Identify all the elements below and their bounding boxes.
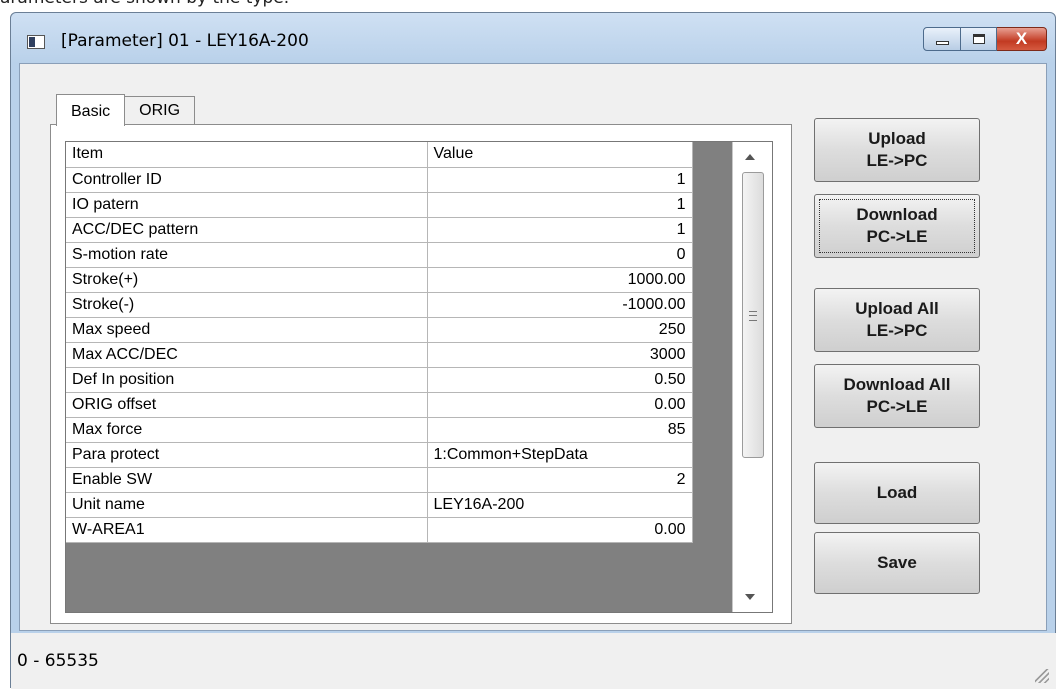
download-button-line1: Download <box>856 205 938 224</box>
parameter-value-cell[interactable]: 0 <box>427 242 693 268</box>
upload-button-line2: LE->PC <box>866 151 928 170</box>
parameter-value-cell[interactable]: 1 <box>427 192 693 218</box>
load-button-label: Load <box>876 483 918 502</box>
parameter-value-cell[interactable]: -1000.00 <box>427 292 693 318</box>
parameter-value-cell[interactable]: 3000 <box>427 342 693 368</box>
parameter-grid: Item Value Controller ID 1 IO patern 1 ACC/D… <box>65 141 773 613</box>
tab-orig[interactable]: ORIG <box>125 96 196 124</box>
scrollbar-grip-icon <box>749 311 757 321</box>
download-all-button-line1: Download All <box>843 375 951 394</box>
table-row[interactable]: Para protect 1:Common+StepData <box>66 442 693 468</box>
parameter-item-name: S-motion rate <box>66 242 428 268</box>
minimize-button[interactable] <box>923 27 961 51</box>
table-row[interactable]: ACC/DEC pattern 1 <box>66 217 693 243</box>
app-icon <box>27 35 45 49</box>
title-bar[interactable]: [Parameter] 01 - LEY16A-200 X <box>11 13 1055 63</box>
parameter-item-name: Max speed <box>66 317 428 343</box>
parameter-item-name: Stroke(+) <box>66 267 428 293</box>
grid-empty-area <box>692 142 732 612</box>
save-button[interactable]: Save <box>814 532 980 594</box>
table-row[interactable]: W-AREA1 0.00 <box>66 517 693 543</box>
parameter-item-name: Enable SW <box>66 467 428 493</box>
load-button[interactable]: Load <box>814 462 980 524</box>
grid-header-row: Item Value <box>66 142 693 168</box>
table-row[interactable]: Unit name LEY16A-200 <box>66 492 693 518</box>
parameter-value-cell[interactable]: 0.00 <box>427 392 693 418</box>
resize-grip-icon[interactable] <box>1035 669 1049 683</box>
table-row[interactable]: Max force 85 <box>66 417 693 443</box>
upload-all-button-line1: Upload All <box>855 299 939 318</box>
maximize-button[interactable] <box>961 27 997 51</box>
scrollbar-thumb[interactable] <box>742 172 764 458</box>
table-row[interactable]: Def In position 0.50 <box>66 367 693 393</box>
client-area: Basic ORIG Item Value Controller ID 1 IO p… <box>19 63 1047 631</box>
download-button[interactable]: Download PC->LE <box>814 194 980 258</box>
parameter-item-name: Stroke(-) <box>66 292 428 318</box>
table-row[interactable]: Max ACC/DEC 3000 <box>66 342 693 368</box>
tab-basic[interactable]: Basic <box>56 94 126 126</box>
parameter-value-cell[interactable]: 85 <box>427 417 693 443</box>
parameter-value-cell[interactable]: LEY16A-200 <box>427 492 693 518</box>
column-header-value[interactable]: Value <box>427 142 693 168</box>
parameter-window: [Parameter] 01 - LEY16A-200 X Basic ORIG… <box>10 12 1056 689</box>
table-row[interactable]: ORIG offset 0.00 <box>66 392 693 418</box>
status-bar: 0 - 65535 <box>11 633 1056 689</box>
caption-buttons: X <box>923 27 1047 51</box>
parameter-value-cell[interactable]: 1000.00 <box>427 267 693 293</box>
tab-panel-basic: Item Value Controller ID 1 IO patern 1 ACC/D… <box>50 124 792 624</box>
upload-all-button-line2: LE->PC <box>866 321 928 340</box>
upload-button-line1: Upload <box>868 129 926 148</box>
download-all-button-line2: PC->LE <box>866 397 928 416</box>
window-title: [Parameter] 01 - LEY16A-200 <box>61 31 309 51</box>
parameter-item-name: Max force <box>66 417 428 443</box>
parameter-item-name: ORIG offset <box>66 392 428 418</box>
parameter-item-name: Def In position <box>66 367 428 393</box>
download-all-button[interactable]: Download All PC->LE <box>814 364 980 428</box>
parameter-value-cell[interactable]: 1:Common+StepData <box>427 442 693 468</box>
parameter-table: Item Value Controller ID 1 IO patern 1 ACC/D… <box>66 142 693 543</box>
parameter-value-cell[interactable]: 0.50 <box>427 367 693 393</box>
table-row[interactable]: Controller ID 1 <box>66 167 693 193</box>
table-row[interactable]: Max speed 250 <box>66 317 693 343</box>
column-header-item[interactable]: Item <box>66 142 428 168</box>
parameter-value-cell[interactable]: 1 <box>427 217 693 243</box>
table-row[interactable]: IO patern 1 <box>66 192 693 218</box>
parameter-item-name: Max ACC/DEC <box>66 342 428 368</box>
parameter-value-cell[interactable]: 1 <box>427 167 693 193</box>
parameter-item-name: Unit name <box>66 492 428 518</box>
document-snippet-text: arameters are shown by the type. <box>0 0 289 8</box>
parameter-value-cell[interactable]: 2 <box>427 467 693 493</box>
parameter-item-name: Para protect <box>66 442 428 468</box>
download-button-line2: PC->LE <box>866 227 928 246</box>
save-button-label: Save <box>877 553 917 572</box>
close-button[interactable]: X <box>997 27 1047 51</box>
scroll-down-arrow-icon[interactable] <box>745 594 755 600</box>
grid-vertical-scrollbar[interactable] <box>732 142 772 612</box>
scroll-up-arrow-icon[interactable] <box>745 154 755 160</box>
close-icon: X <box>1015 29 1028 48</box>
table-row[interactable]: S-motion rate 0 <box>66 242 693 268</box>
parameter-item-name: IO patern <box>66 192 428 218</box>
parameter-value-cell[interactable]: 0.00 <box>427 517 693 543</box>
upload-all-button[interactable]: Upload All LE->PC <box>814 288 980 352</box>
parameter-item-name: Controller ID <box>66 167 428 193</box>
parameter-item-name: W-AREA1 <box>66 517 428 543</box>
upload-button[interactable]: Upload LE->PC <box>814 118 980 182</box>
parameter-item-name: ACC/DEC pattern <box>66 217 428 243</box>
parameter-value-cell[interactable]: 250 <box>427 317 693 343</box>
table-row[interactable]: Enable SW 2 <box>66 467 693 493</box>
tab-strip: Basic ORIG <box>56 94 196 126</box>
status-range-text: 0 - 65535 <box>17 651 99 671</box>
table-row[interactable]: Stroke(+) 1000.00 <box>66 267 693 293</box>
table-row[interactable]: Stroke(-) -1000.00 <box>66 292 693 318</box>
